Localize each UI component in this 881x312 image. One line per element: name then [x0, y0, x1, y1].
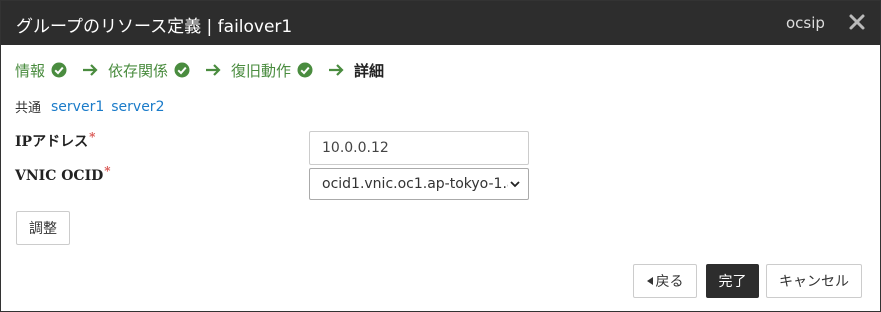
- required-mark: *: [89, 130, 96, 144]
- step-label: 依存関係: [108, 61, 169, 80]
- adjust-button-label: 調整: [29, 221, 57, 237]
- check-circle-icon: [51, 62, 67, 78]
- chevron-down-icon: [510, 181, 520, 188]
- dialog-subtitle: ocsip: [786, 14, 825, 32]
- step-label: 情報: [15, 61, 46, 80]
- vnic-ocid-select[interactable]: ocid1.vnic.oc1.ap-tokyo-1.a: [309, 168, 529, 200]
- resource-definition-dialog: グループのリソース定義 | failover1 ocsip 情報 依存関係 復旧…: [0, 0, 881, 312]
- step-label: 詳細: [354, 61, 385, 80]
- server-tabs: 共通 server1 server2: [15, 97, 171, 117]
- dialog-titlebar: グループのリソース定義 | failover1 ocsip: [1, 1, 880, 45]
- vnic-ocid-label: VNIC OCID*: [15, 164, 111, 184]
- wizard-steps: 情報 依存関係 復旧動作 詳細: [15, 59, 384, 81]
- step-label: 復旧動作: [231, 61, 292, 80]
- step-info[interactable]: 情報: [15, 60, 67, 81]
- server-link-server2[interactable]: server2: [111, 99, 164, 115]
- step-recovery[interactable]: 復旧動作: [231, 60, 313, 81]
- triangle-left-icon: [646, 277, 653, 285]
- step-dependency[interactable]: 依存関係: [108, 60, 190, 81]
- ip-address-value: 10.0.0.12: [322, 140, 389, 156]
- cancel-button-label: キャンセル: [779, 274, 849, 290]
- vnic-ocid-label-text: VNIC OCID: [15, 168, 104, 184]
- server-common-label: 共通: [15, 101, 42, 116]
- finish-button-label: 完了: [718, 274, 747, 290]
- check-circle-icon: [174, 62, 190, 78]
- server-link-server1[interactable]: server1: [51, 99, 104, 115]
- required-mark: *: [104, 164, 111, 178]
- dialog-title: グループのリソース定義 | failover1: [16, 17, 293, 37]
- ip-address-input[interactable]: 10.0.0.12: [309, 131, 529, 165]
- back-button[interactable]: 戻る: [633, 264, 697, 298]
- arrow-right-icon: [206, 64, 221, 76]
- finish-button[interactable]: 完了: [706, 264, 759, 298]
- check-circle-icon: [297, 62, 313, 78]
- adjust-button[interactable]: 調整: [16, 211, 70, 245]
- ip-address-label: IPアドレス*: [15, 130, 96, 151]
- close-icon[interactable]: [847, 10, 867, 34]
- step-details: 詳細: [354, 60, 384, 81]
- vnic-ocid-value: ocid1.vnic.oc1.ap-tokyo-1.a: [322, 176, 508, 192]
- ip-address-label-text: IPアドレス: [15, 134, 89, 150]
- cancel-button[interactable]: キャンセル: [766, 264, 862, 298]
- back-button-label: 戻る: [655, 274, 684, 290]
- arrow-right-icon: [83, 64, 98, 76]
- arrow-right-icon: [329, 64, 344, 76]
